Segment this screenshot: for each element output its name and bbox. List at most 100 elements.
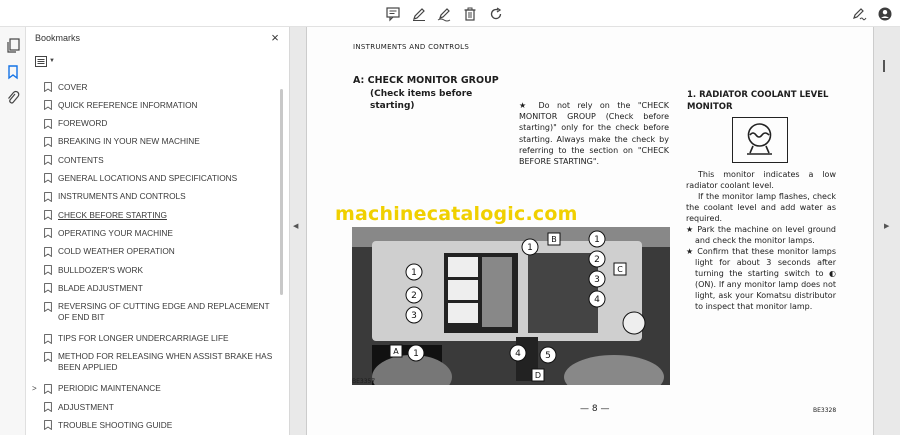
rotate-icon[interactable] bbox=[487, 5, 505, 23]
monitor-para-1: This monitor indicates a low radiator co… bbox=[686, 170, 836, 190]
monitor-bullet-1: ★ Park the machine on level ground and c… bbox=[686, 225, 836, 245]
bookmark-icon bbox=[44, 137, 52, 148]
panel-title: Bookmarks bbox=[35, 33, 81, 43]
attachment-icon[interactable] bbox=[5, 90, 21, 106]
bookmark-item-adjustment[interactable]: ADJUSTMENT bbox=[26, 398, 278, 416]
label-1: 1 bbox=[413, 349, 419, 359]
bookmark-icon bbox=[44, 210, 52, 221]
highlight-pen-icon[interactable] bbox=[410, 5, 428, 23]
collapse-left-icon[interactable]: ◀ bbox=[293, 222, 298, 230]
comment-icon[interactable] bbox=[384, 5, 402, 23]
bookmark-icon bbox=[44, 283, 52, 294]
bookmark-icon bbox=[44, 384, 52, 395]
label-B: B bbox=[551, 235, 557, 244]
monitor-bullet-2: ★ Confirm that these monitor lamps light… bbox=[686, 247, 836, 311]
bookmark-label: PERIODIC MAINTENANCE bbox=[58, 383, 161, 394]
left-rail bbox=[0, 27, 26, 435]
account-icon[interactable] bbox=[876, 5, 894, 23]
bookmark-item-check-before-starting[interactable]: CHECK BEFORE STARTING bbox=[26, 206, 278, 224]
bookmark-item-bulldozer-work[interactable]: BULLDOZER'S WORK bbox=[26, 261, 278, 279]
label-2: 2 bbox=[594, 255, 600, 265]
bookmark-label: QUICK REFERENCE INFORMATION bbox=[58, 99, 198, 110]
bookmark-label: COVER bbox=[58, 81, 88, 92]
bookmark-icon bbox=[44, 118, 52, 129]
close-panel-button[interactable]: × bbox=[268, 31, 282, 45]
label-1: 1 bbox=[527, 243, 533, 253]
pdf-viewer: Bookmarks × ▼ COVER QUICK REFERENCE INFO… bbox=[0, 0, 900, 435]
bookmark-label: BULLDOZER'S WORK bbox=[58, 264, 144, 275]
pages-icon[interactable] bbox=[5, 37, 21, 53]
bookmark-item-quick-reference[interactable]: QUICK REFERENCE INFORMATION bbox=[26, 96, 278, 114]
bookmark-icon bbox=[44, 100, 52, 111]
bookmark-label: TROUBLE SHOOTING GUIDE bbox=[58, 420, 173, 431]
bookmark-label: FOREWORD bbox=[58, 118, 108, 129]
bookmark-label: ADJUSTMENT bbox=[58, 401, 114, 412]
bookmark-icon bbox=[44, 420, 52, 431]
bookmark-icon bbox=[44, 265, 52, 276]
bookmark-icon bbox=[44, 228, 52, 239]
watermark-text: machinecatalogic.com bbox=[335, 203, 578, 225]
monitor-para-2: If the monitor lamp flashes, check the c… bbox=[686, 192, 836, 223]
bookmark-item-general-locations[interactable]: GENERAL LOCATIONS AND SPECIFICATIONS bbox=[26, 169, 278, 187]
bookmark-item-blade-adjustment[interactable]: BLADE ADJUSTMENT bbox=[26, 279, 278, 297]
bookmark-item-operating[interactable]: OPERATING YOUR MACHINE bbox=[26, 224, 278, 242]
bookmark-item-foreword[interactable]: FOREWORD bbox=[26, 115, 278, 133]
bookmark-label: GENERAL LOCATIONS AND SPECIFICATIONS bbox=[58, 173, 238, 184]
bookmark-item-breaking-in[interactable]: BREAKING IN YOUR NEW MACHINE bbox=[26, 133, 278, 151]
bookmark-icon bbox=[44, 402, 52, 413]
bookmark-icon bbox=[44, 191, 52, 203]
chevron-right-icon[interactable]: > bbox=[32, 383, 37, 394]
delete-icon[interactable] bbox=[461, 5, 479, 23]
bookmark-label: INSTRUMENTS AND CONTROLS bbox=[58, 191, 186, 202]
label-1: 1 bbox=[594, 235, 600, 245]
top-toolbar bbox=[0, 0, 900, 27]
bookmark-item-periodic-maintenance[interactable]: > PERIODIC MAINTENANCE bbox=[26, 380, 278, 398]
label-4: 4 bbox=[594, 295, 600, 305]
photo-caption: BE3357 bbox=[352, 378, 376, 385]
bookmark-label: OPERATING YOUR MACHINE bbox=[58, 227, 173, 238]
running-head: INSTRUMENTS AND CONTROLS bbox=[353, 43, 470, 51]
draw-pen-icon[interactable] bbox=[435, 5, 453, 23]
label-C: C bbox=[617, 265, 623, 274]
bookmark-icon bbox=[44, 301, 52, 312]
bookmark-icon bbox=[44, 333, 52, 344]
label-3: 3 bbox=[411, 311, 417, 321]
bookmark-label: BLADE ADJUSTMENT bbox=[58, 282, 143, 293]
bookmark-icon bbox=[44, 352, 52, 363]
label-5: 5 bbox=[545, 351, 551, 361]
pdf-page: INSTRUMENTS AND CONTROLS A: CHECK MONITO… bbox=[306, 27, 874, 435]
page-code: BE3328 bbox=[813, 407, 837, 414]
bookmark-icon[interactable] bbox=[5, 64, 21, 80]
bookmark-item-assist-brake[interactable]: METHOD FOR RELEASING WHEN ASSIST BRAKE H… bbox=[26, 348, 278, 380]
radiator-coolant-icon bbox=[732, 117, 788, 163]
list-options-icon bbox=[35, 55, 47, 67]
label-1: 1 bbox=[411, 268, 417, 278]
bookmark-item-cover[interactable]: COVER bbox=[26, 78, 278, 96]
bookmark-label: COLD WEATHER OPERATION bbox=[58, 246, 175, 257]
bookmark-label: REVERSING OF CUTTING EDGE AND REPLACEMEN… bbox=[58, 301, 270, 323]
sign-icon[interactable] bbox=[850, 5, 868, 23]
bookmark-icon bbox=[44, 82, 52, 93]
section-heading: A: CHECK MONITOR GROUP bbox=[353, 75, 499, 86]
collapse-right-icon[interactable]: ▶ bbox=[884, 222, 889, 230]
monitor-description: This monitor indicates a low radiator co… bbox=[686, 169, 836, 312]
bookmark-label: TIPS FOR LONGER UNDERCARRIAGE LIFE bbox=[58, 333, 229, 344]
bookmark-item-instruments[interactable]: INSTRUMENTS AND CONTROLS bbox=[26, 188, 278, 206]
section-subheading: (Check items before starting) bbox=[370, 89, 473, 111]
label-2: 2 bbox=[411, 291, 417, 301]
bookmark-icon bbox=[44, 173, 52, 184]
bookmark-item-reversing-cutting-edge[interactable]: REVERSING OF CUTTING EDGE AND REPLACEMEN… bbox=[26, 298, 278, 330]
bookmark-label: BREAKING IN YOUR NEW MACHINE bbox=[58, 136, 200, 147]
bookmark-item-undercarriage-tips[interactable]: TIPS FOR LONGER UNDERCARRIAGE LIFE bbox=[26, 330, 278, 348]
label-3: 3 bbox=[594, 275, 600, 285]
label-D: D bbox=[535, 371, 541, 380]
document-scrollbar[interactable] bbox=[883, 60, 885, 72]
bookmark-item-trouble-shooting[interactable]: TROUBLE SHOOTING GUIDE bbox=[26, 416, 278, 434]
bookmark-label: METHOD FOR RELEASING WHEN ASSIST BRAKE H… bbox=[58, 351, 273, 373]
bookmark-icon bbox=[44, 155, 52, 166]
bookmark-item-contents[interactable]: CONTENTS bbox=[26, 151, 278, 169]
bookmark-item-cold-weather[interactable]: COLD WEATHER OPERATION bbox=[26, 243, 278, 261]
panel-scrollbar[interactable] bbox=[280, 89, 283, 295]
monitor-panel-photo: 1 1 2 3 4 1 2 3 1 4 5 B C A D bbox=[352, 227, 670, 385]
bookmark-options-button[interactable]: ▼ bbox=[35, 54, 57, 68]
